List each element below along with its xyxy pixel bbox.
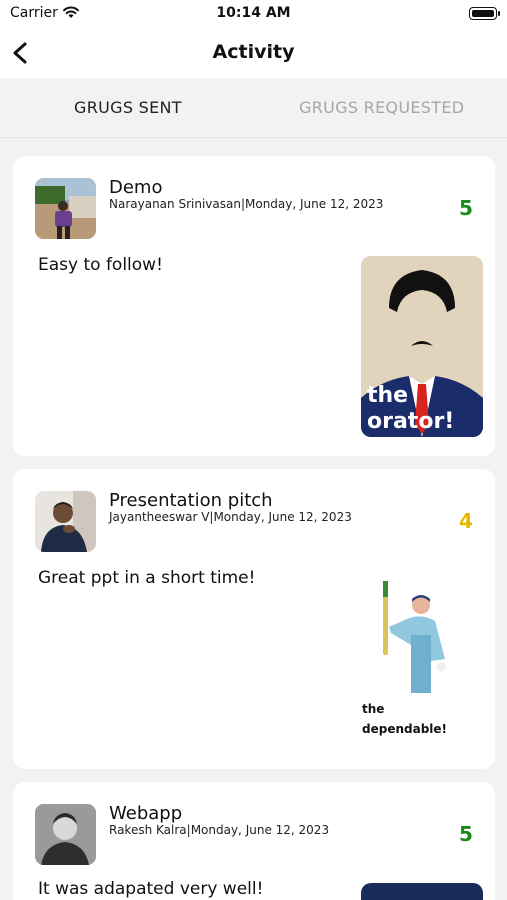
- activity-card[interactable]: Webapp Rakesh Kalra|Monday, June 12, 202…: [13, 782, 495, 900]
- badge-text-line1: the: [362, 702, 384, 716]
- card-date: Monday, June 12, 2023: [213, 510, 352, 524]
- tab-grugs-requested[interactable]: GRUGS REQUESTED: [299, 98, 464, 117]
- avatar: [35, 491, 96, 552]
- status-bar: Carrier 10:14 AM: [0, 0, 507, 30]
- card-author: Narayanan Srinivasan: [109, 197, 241, 211]
- rating-value: 5: [459, 822, 473, 846]
- card-comment: Great ppt in a short time!: [38, 568, 256, 588]
- badge-image: [361, 883, 483, 900]
- avatar: [35, 178, 96, 239]
- card-author: Rakesh Kalra: [109, 823, 187, 837]
- badge-text-line1: the: [367, 383, 408, 408]
- avatar: [35, 804, 96, 865]
- activity-card[interactable]: Demo Narayanan Srinivasan|Monday, June 1…: [13, 156, 495, 456]
- status-time: 10:14 AM: [216, 5, 291, 21]
- tab-grugs-sent[interactable]: GRUGS SENT: [74, 98, 182, 117]
- card-title: Presentation pitch: [109, 490, 273, 511]
- badge-image: the orator!: [361, 256, 483, 437]
- battery-icon: [469, 7, 500, 20]
- activity-card[interactable]: Presentation pitch Jayantheeswar V|Monda…: [13, 469, 495, 769]
- card-date: Monday, June 12, 2023: [245, 197, 384, 211]
- card-title: Webapp: [109, 803, 183, 824]
- rating-value: 5: [459, 196, 473, 220]
- card-comment: Easy to follow!: [38, 255, 163, 275]
- card-byline: Jayantheeswar V|Monday, June 12, 2023: [109, 510, 352, 524]
- card-title: Demo: [109, 177, 163, 198]
- card-date: Monday, June 12, 2023: [190, 823, 330, 837]
- badge-text-line2: dependable!: [362, 722, 447, 736]
- card-author: Jayantheeswar V: [109, 510, 210, 524]
- badge-image: the dependable!: [361, 575, 483, 745]
- card-byline: Rakesh Kalra|Monday, June 12, 2023: [109, 823, 330, 837]
- nav-bar: Activity: [0, 30, 507, 78]
- badge-text-line2: orator!: [367, 409, 454, 434]
- card-comment: It was adapated very well!: [38, 879, 264, 899]
- card-byline: Narayanan Srinivasan|Monday, June 12, 20…: [109, 197, 384, 211]
- page-title: Activity: [212, 41, 295, 63]
- rating-value: 4: [459, 509, 473, 533]
- segment-tabs: GRUGS SENT GRUGS REQUESTED: [0, 78, 507, 138]
